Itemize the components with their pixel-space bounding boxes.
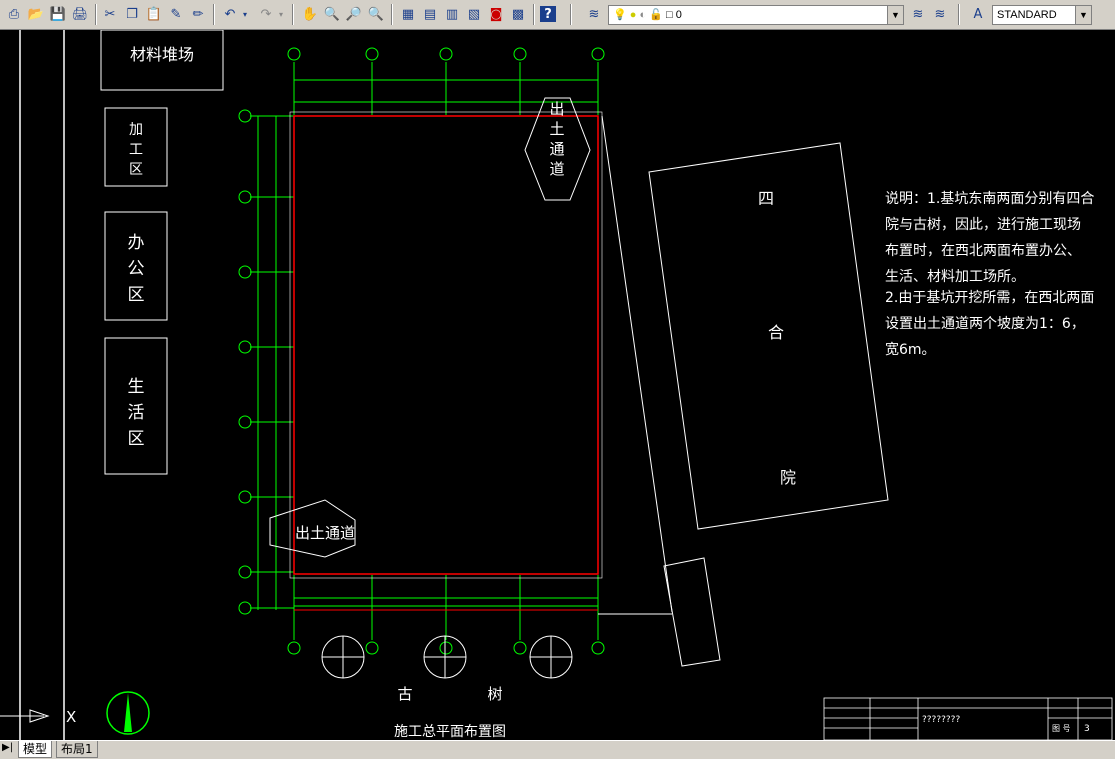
qnew-icon[interactable]: ⎙ bbox=[4, 4, 24, 24]
markup-icon[interactable]: ◙ bbox=[486, 4, 506, 24]
separator bbox=[95, 4, 97, 25]
exit-passage-top-char: 通 bbox=[549, 140, 564, 158]
exit-passage-top-char: 出 bbox=[549, 100, 564, 118]
text-style-combo[interactable]: STANDARD ▼ bbox=[992, 5, 1092, 25]
notes-line: 说明：1.基坑东南两面分别有四合 bbox=[885, 190, 1094, 207]
office-area-char: 办 bbox=[128, 233, 145, 253]
layout-tabs-bar: ▶| 模型 布局1 bbox=[0, 740, 1115, 759]
notes-line: 生活、材料加工场所。 bbox=[885, 269, 1025, 285]
layer-manager-icon[interactable]: ≋ bbox=[584, 4, 604, 24]
bulb-icon: 💡 bbox=[613, 9, 627, 21]
drawing-canvas[interactable]: 材料堆场 加 工 区 办 公 区 生 活 区 出 土 通 道 出土通道 四 合 … bbox=[0, 30, 1115, 740]
layer-previous-icon[interactable]: ≋ bbox=[930, 4, 950, 24]
zoom-window-icon[interactable]: 🔎 bbox=[344, 4, 364, 24]
redo-dropdown-icon[interactable]: ▾ bbox=[276, 4, 286, 24]
make-object-layer-current-icon[interactable]: ≋ bbox=[908, 4, 928, 24]
notes-line: 宽6m。 bbox=[885, 341, 936, 358]
ucs-x-icon: X bbox=[66, 708, 76, 726]
title-block-sheet-label: 图 号 bbox=[1052, 724, 1071, 733]
design-center-icon[interactable]: ▤ bbox=[420, 4, 440, 24]
text-style-name: STANDARD bbox=[997, 9, 1057, 21]
text-style-icon[interactable]: A bbox=[968, 4, 988, 24]
paste-icon[interactable]: 📋 bbox=[144, 4, 164, 24]
courtyard-char: 院 bbox=[780, 468, 796, 487]
access-road-outline bbox=[663, 557, 721, 667]
undo-icon[interactable]: ↶ bbox=[220, 4, 240, 24]
copy-icon[interactable]: ❐ bbox=[122, 4, 142, 24]
properties-icon[interactable]: ▦ bbox=[398, 4, 418, 24]
trees-label-char: 树 bbox=[487, 685, 502, 703]
separator bbox=[391, 4, 393, 25]
notes-line: 布置时，在西北两面布置办公、 bbox=[885, 243, 1081, 259]
zoom-previous-icon[interactable]: 🔍 bbox=[366, 4, 386, 24]
top-grid-bubbles bbox=[287, 47, 605, 61]
tab-layout1[interactable]: 布局1 bbox=[56, 741, 98, 758]
office-area-char: 区 bbox=[128, 285, 145, 305]
separator bbox=[570, 4, 572, 25]
calculator-icon[interactable]: ▩ bbox=[508, 4, 528, 24]
east-boundary-line bbox=[601, 115, 673, 613]
bottom-dimensions bbox=[293, 575, 599, 640]
tool-palettes-icon[interactable]: ▥ bbox=[442, 4, 462, 24]
separator bbox=[292, 4, 294, 25]
help-icon[interactable]: ? bbox=[540, 6, 556, 22]
block-editor-icon[interactable]: ✏ bbox=[188, 4, 208, 24]
separator bbox=[958, 4, 960, 25]
living-area-char: 区 bbox=[128, 429, 145, 449]
matchprop-icon[interactable]: ✎ bbox=[166, 4, 186, 24]
material-yard-label: 材料堆场 bbox=[130, 45, 194, 64]
standard-toolbar: ⎙ 📂 💾 🖨 ✂ ❐ 📋 ✎ ✏ ↶ ▾ ↷ ▾ ✋ 🔍 🔎 🔍 ▦ ▤ ▥ … bbox=[0, 0, 1115, 30]
notes-line: 2.由于基坑开挖所需，在西北两面 bbox=[885, 289, 1094, 306]
exit-passage-top-char: 道 bbox=[549, 160, 564, 178]
notes-line: 设置出土通道两个坡度为1：6， bbox=[885, 316, 1085, 332]
tab-model[interactable]: 模型 bbox=[18, 741, 53, 758]
exit-passage-top-char: 土 bbox=[549, 120, 564, 138]
living-area-char: 生 bbox=[128, 377, 145, 397]
sheet-set-icon[interactable]: ▧ bbox=[464, 4, 484, 24]
plot-icon[interactable]: 🖨 bbox=[70, 4, 90, 24]
chevron-down-icon[interactable]: ▼ bbox=[887, 6, 903, 24]
freeze-vp-icon: ◐ bbox=[639, 9, 647, 21]
separator bbox=[533, 4, 535, 25]
separator bbox=[213, 4, 215, 25]
tab-nav-arrows-icon[interactable]: ▶| bbox=[2, 742, 13, 753]
title-block-sheet-no: 3 bbox=[1084, 724, 1090, 734]
left-grid-bubbles bbox=[238, 109, 252, 615]
lock-icon: 🔓 bbox=[649, 9, 663, 21]
exit-passage-left-label: 出土通道 bbox=[295, 524, 355, 542]
courtyard-char: 四 bbox=[758, 189, 774, 208]
bottom-grid-bubbles bbox=[287, 641, 605, 655]
sun-icon: ● bbox=[629, 9, 637, 21]
living-area-char: 活 bbox=[128, 403, 145, 423]
drawing-title: 施工总平面布置图 bbox=[394, 724, 506, 740]
undo-dropdown-icon[interactable]: ▾ bbox=[240, 4, 250, 24]
chevron-down-icon[interactable]: ▼ bbox=[1075, 6, 1091, 24]
zoom-realtime-icon[interactable]: 🔍 bbox=[322, 4, 342, 24]
pan-icon[interactable]: ✋ bbox=[300, 4, 320, 24]
processing-area-char: 工 bbox=[129, 142, 143, 158]
processing-area-char: 加 bbox=[129, 122, 143, 138]
foundation-pit-outline bbox=[293, 115, 599, 575]
cut-icon[interactable]: ✂ bbox=[100, 4, 120, 24]
save-icon[interactable]: 💾 bbox=[48, 4, 68, 24]
notes-line: 院与古树，因此，进行施工现场 bbox=[885, 217, 1081, 233]
title-block-drawing-name: ???????? bbox=[922, 715, 960, 725]
open-icon[interactable]: 📂 bbox=[26, 4, 46, 24]
layer-combo[interactable]: 💡 ● ◐ 🔓 □ 0 ▼ bbox=[608, 5, 904, 25]
layer-name: 0 bbox=[675, 9, 682, 21]
trees-label-char: 古 bbox=[397, 685, 412, 703]
processing-area-char: 区 bbox=[129, 162, 143, 178]
redo-icon[interactable]: ↷ bbox=[256, 4, 276, 24]
title-block bbox=[823, 697, 1113, 740]
color-swatch-icon: □ bbox=[665, 9, 673, 21]
courtyard-char: 合 bbox=[768, 323, 784, 342]
left-dimensions bbox=[250, 115, 294, 610]
north-arrow-icon bbox=[124, 693, 132, 732]
office-area-char: 公 bbox=[128, 259, 145, 279]
